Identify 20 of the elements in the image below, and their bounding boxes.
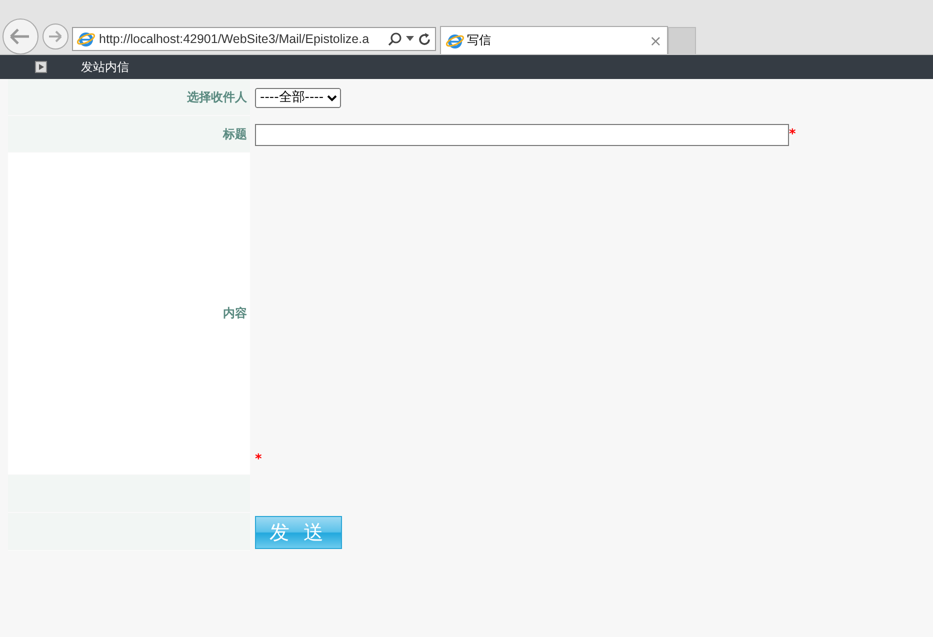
field-label: 内容: [223, 305, 247, 322]
tab-title: 写信: [467, 32, 492, 49]
browser-logo-icon: [77, 30, 95, 48]
browser-tab[interactable]: 写信 ×: [440, 26, 668, 54]
required-mark: *: [789, 127, 796, 142]
refresh-icon[interactable]: [418, 32, 431, 46]
subject-field[interactable]: [255, 124, 789, 146]
play-icon: [35, 61, 47, 73]
required-mark: *: [255, 452, 262, 467]
dropdown-icon[interactable]: [406, 36, 414, 42]
browser-logo-icon: [446, 32, 464, 50]
close-button[interactable]: ×: [649, 32, 662, 50]
back-icon[interactable]: [2, 18, 39, 55]
nav-title: 发站内信: [81, 58, 129, 76]
field-label: 标题: [223, 126, 247, 142]
field-label: 选择收件人: [187, 88, 247, 106]
url-text: http://localhost:42901/WebSite3/Mail/Epistolize.a: [99, 32, 370, 46]
address-bar[interactable]: http://localhost:42901/WebSite3/Mail/Epistolize.a: [72, 27, 436, 51]
search-icon[interactable]: [388, 32, 402, 46]
recipient-select[interactable]: ----全部----: [255, 88, 341, 108]
